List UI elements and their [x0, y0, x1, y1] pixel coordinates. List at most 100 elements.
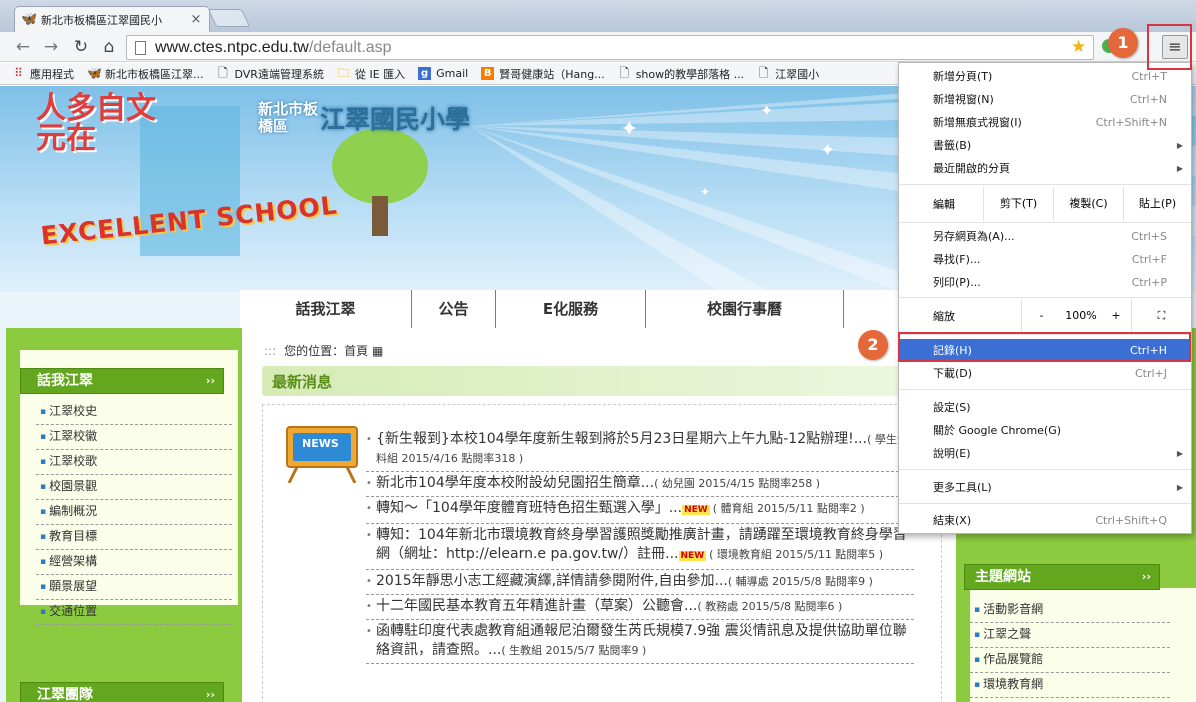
zoom-in-button[interactable]: +: [1101, 299, 1131, 333]
bookmark-ie-folder[interactable]: 🗀 從 IE 匯入: [337, 66, 405, 82]
page-icon: 🗋: [758, 66, 769, 80]
nav-item-about[interactable]: 話我江翠: [240, 290, 412, 328]
sidebar-heading-team[interactable]: 江翠團隊 ››: [20, 682, 224, 702]
menu-separator: [899, 184, 1191, 185]
bookmark-show-blog[interactable]: 🗋 show的教學部落格 ...: [618, 66, 744, 82]
news-item[interactable]: {新生報到}本校104學年度新生報到將於5月23日星期六上午九點-12點辦理!.…: [366, 428, 914, 472]
google-icon: g: [418, 67, 432, 80]
menu-cut-button[interactable]: 剪下(T): [983, 187, 1053, 221]
main-nav: 話我江翠 公告 E化服務 校園行事曆: [240, 290, 900, 328]
menu-recent-tabs[interactable]: 最近開啟的分頁 ▶: [899, 157, 1191, 180]
fullscreen-icon[interactable]: ⛶: [1131, 299, 1191, 333]
sidebar-heading[interactable]: 話我江翠 ››: [20, 368, 224, 394]
blogger-icon: B: [481, 67, 495, 80]
nav-item-e-services[interactable]: E化服務: [496, 290, 646, 328]
menu-copy-button[interactable]: 複製(C): [1053, 187, 1123, 221]
highlight-menu-button: [1147, 24, 1192, 70]
sidebar-item-history[interactable]: 江翠校史: [36, 400, 232, 425]
topic-site-media[interactable]: 活動影音網: [970, 598, 1170, 623]
sidebar-item-staffing[interactable]: 編制概況: [36, 500, 232, 525]
news-item[interactable]: 轉知：104年新北市環境教育終身學習護照獎勵推廣計畫，請踴躍至環境教育終身學習網…: [366, 524, 914, 570]
news-item[interactable]: 新北市104學年度本校附設幼兒園招生簡章...( 幼兒園 2015/4/15 點…: [366, 472, 914, 497]
sidebar-item-structure[interactable]: 經營架構: [36, 550, 232, 575]
menu-print[interactable]: 列印(P)... Ctrl+P: [899, 271, 1191, 294]
menu-exit[interactable]: 結束(X) Ctrl+Shift+Q: [899, 509, 1191, 532]
breadcrumb: ::: 您的位置：首頁 ▦: [264, 344, 384, 358]
star-icon[interactable]: ★: [1071, 37, 1086, 57]
step-1-badge: 1: [1108, 28, 1138, 58]
bookmark-apps[interactable]: ⠿ 應用程式: [12, 66, 74, 82]
menu-separator: [899, 503, 1191, 504]
menu-zoom-label: 縮放: [933, 310, 955, 323]
tab-title: 新北市板橋區江翠國民小: [41, 13, 162, 27]
submenu-arrow-icon: ▶: [1176, 483, 1183, 492]
menu-bookmarks[interactable]: 書籤(B) ▶: [899, 134, 1191, 157]
step-2-badge: 2: [858, 330, 888, 360]
sidebar-item-transport[interactable]: 交通位置: [36, 600, 232, 625]
new-tab-button[interactable]: [207, 9, 251, 27]
close-icon[interactable]: ×: [189, 12, 203, 27]
topic-site-gallery[interactable]: 作品展覽館: [970, 648, 1170, 673]
menu-downloads[interactable]: 下載(D) Ctrl+J: [899, 362, 1191, 385]
news-item[interactable]: 函轉駐印度代表處教育組通報尼泊爾發生芮氏規模7.9強 震災情訊息及提供協助單位聯…: [366, 620, 914, 664]
page-icon: 🗋: [619, 66, 630, 80]
menu-settings[interactable]: 設定(S): [899, 396, 1191, 419]
back-icon[interactable]: ←: [12, 36, 34, 58]
news-item[interactable]: 十二年國民基本教育五年精進計畫（草案）公聽會...( 教務處 2015/5/8 …: [366, 595, 914, 620]
news-item[interactable]: 2015年靜思小志工經藏演繹,詳情請參閱附件,自由參加...( 輔導處 2015…: [366, 570, 914, 595]
page-icon: [135, 41, 146, 55]
menu-save-as[interactable]: 另存網頁為(A)... Ctrl+S: [899, 225, 1191, 248]
zoom-out-button[interactable]: -: [1021, 299, 1061, 333]
browser-tab[interactable]: 🦋 新北市板橋區江翠國民小 ×: [14, 6, 210, 32]
menu-separator: [899, 389, 1191, 390]
bookmark-ctes[interactable]: 🗋 江翠國小: [757, 66, 819, 82]
bookmark-health[interactable]: B 賢哥健康站（Hang...: [481, 66, 605, 82]
news-board-label: NEWS: [302, 437, 339, 450]
menu-about[interactable]: 關於 Google Chrome(G): [899, 419, 1191, 442]
news-item[interactable]: 轉知～「104學年度體育班特色招生甄選入學」...NEW( 體育組 2015/5…: [366, 497, 914, 524]
sidebar-list: 江翠校史 江翠校徽 江翠校歌 校園景觀 編制概況 教育目標 經營架構 願景展望 …: [36, 400, 232, 625]
tab-strip: 🦋 新北市板橋區江翠國民小 ×: [0, 0, 1196, 32]
submenu-arrow-icon: ▶: [1176, 164, 1183, 173]
menu-edit-label: 編輯: [933, 198, 955, 211]
grid-icon[interactable]: ▦: [372, 344, 383, 358]
menu-new-window[interactable]: 新增視窗(N) Ctrl+N: [899, 88, 1191, 111]
browser-toolbar: ← → ↻ ⌂ www.ctes.ntpc.edu.tw/default.asp…: [0, 32, 1196, 62]
sidebar-item-campus[interactable]: 校園景觀: [36, 475, 232, 500]
url-text[interactable]: www.ctes.ntpc.edu.tw/default.asp: [155, 39, 392, 57]
topic-site-environment[interactable]: 環境教育網: [970, 673, 1170, 698]
reload-icon[interactable]: ↻: [70, 36, 92, 58]
menu-more-tools[interactable]: 更多工具(L) ▶: [899, 476, 1191, 499]
submenu-arrow-icon: ▶: [1176, 141, 1183, 150]
bookmark-gmail[interactable]: g Gmail: [418, 67, 468, 80]
menu-paste-button[interactable]: 貼上(P): [1123, 187, 1191, 221]
menu-zoom-row: 縮放 - 100% + ⛶: [899, 299, 1191, 333]
news-title: 最新消息: [272, 373, 333, 391]
nav-item-announcement[interactable]: 公告: [412, 290, 496, 328]
page-icon: 🗋: [218, 66, 228, 80]
new-badge: NEW: [678, 551, 707, 561]
menu-help[interactable]: 說明(E) ▶: [899, 442, 1191, 465]
highlight-history-item: [898, 332, 1191, 362]
bookmark-dvr[interactable]: 🗋 DVR遠端管理系統: [217, 66, 324, 82]
sidebar-item-vision[interactable]: 願景展望: [36, 575, 232, 600]
school-name[interactable]: 新北市板橋區 江翠國民小學: [258, 100, 470, 136]
svg-text:✦: ✦: [760, 101, 773, 120]
sidebar-item-goals[interactable]: 教育目標: [36, 525, 232, 550]
bookmark-school[interactable]: 🦋 新北市板橋區江翠...: [87, 66, 204, 82]
sidebar-item-song[interactable]: 江翠校歌: [36, 450, 232, 475]
home-icon[interactable]: ⌂: [98, 36, 120, 58]
topic-site-voice[interactable]: 江翠之聲: [970, 623, 1170, 648]
zoom-level: 100%: [1065, 309, 1097, 322]
address-bar[interactable]: www.ctes.ntpc.edu.tw/default.asp ★: [126, 35, 1094, 60]
chrome-menu: 新增分頁(T) Ctrl+T 新增視窗(N) Ctrl+N 新增無痕式視窗(I) Ct…: [898, 62, 1192, 534]
menu-find[interactable]: 尋找(F)... Ctrl+F: [899, 248, 1191, 271]
menu-separator: [899, 469, 1191, 470]
svg-text:✦: ✦: [620, 117, 638, 142]
topic-sites-heading[interactable]: 主題網站 ››: [964, 564, 1160, 590]
menu-separator: [899, 297, 1191, 298]
forward-icon[interactable]: →: [40, 36, 62, 58]
menu-incognito[interactable]: 新增無痕式視窗(I) Ctrl+Shift+N: [899, 111, 1191, 134]
nav-item-calendar[interactable]: 校園行事曆: [646, 290, 844, 328]
sidebar-item-emblem[interactable]: 江翠校徽: [36, 425, 232, 450]
